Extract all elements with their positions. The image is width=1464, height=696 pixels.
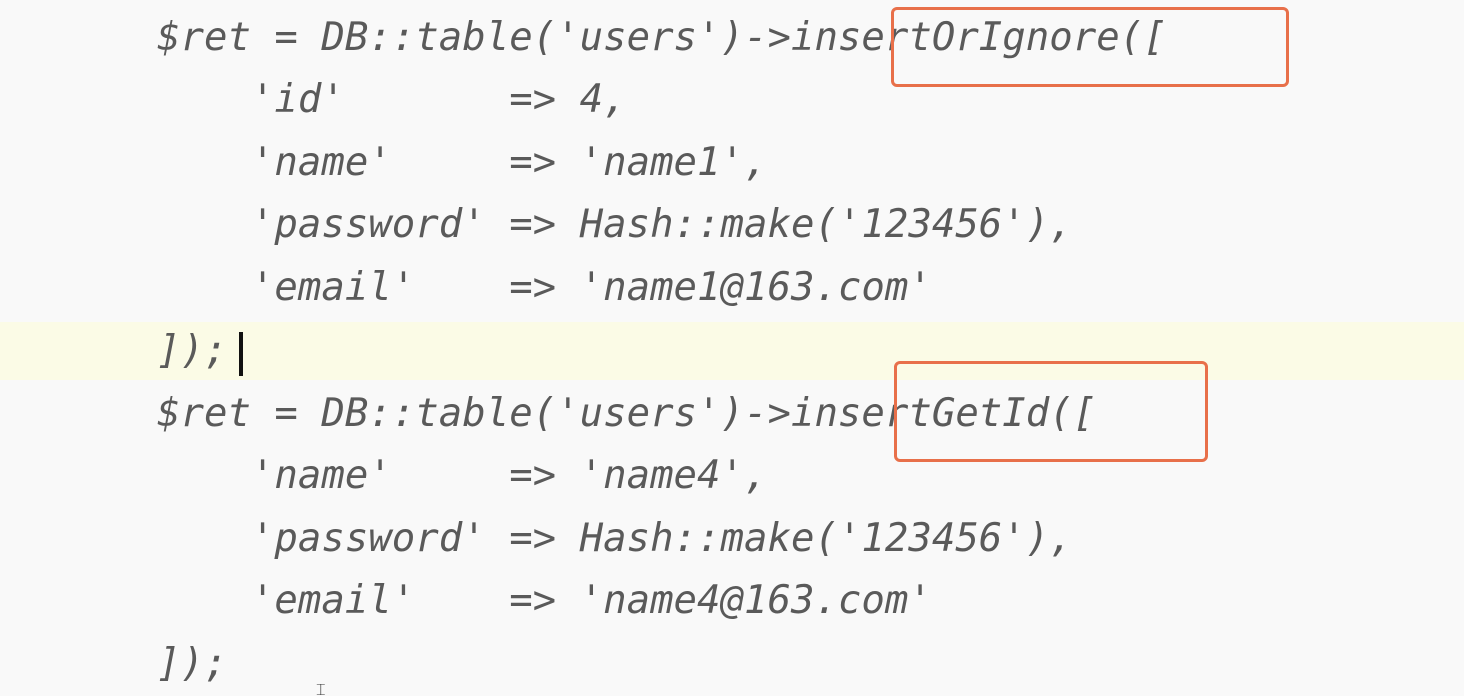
code-line-3: 'name' => 'name1', [157,140,768,185]
code-line-6: ]); [157,328,228,373]
code-line-5: 'email' => 'name1@163.com' [157,265,932,310]
code-line-10: 'email' => 'name4@163.com' [157,578,932,623]
code-line-11: ]); [157,641,228,686]
code-line-9: 'password' => Hash::make('123456'), [157,516,1073,561]
code-editor[interactable]: $ret = DB::table('users')->insertOrIgnor… [0,0,1464,696]
i-beam-cursor-icon: ⌶ [316,680,326,696]
code-line-4: 'password' => Hash::make('123456'), [157,202,1073,247]
text-cursor [239,332,243,376]
code-line-8: 'name' => 'name4', [157,453,768,498]
code-line-2: 'id' => 4, [157,77,627,122]
highlight-insertGetId [894,361,1208,462]
highlight-insertOrIgnore [891,7,1289,87]
